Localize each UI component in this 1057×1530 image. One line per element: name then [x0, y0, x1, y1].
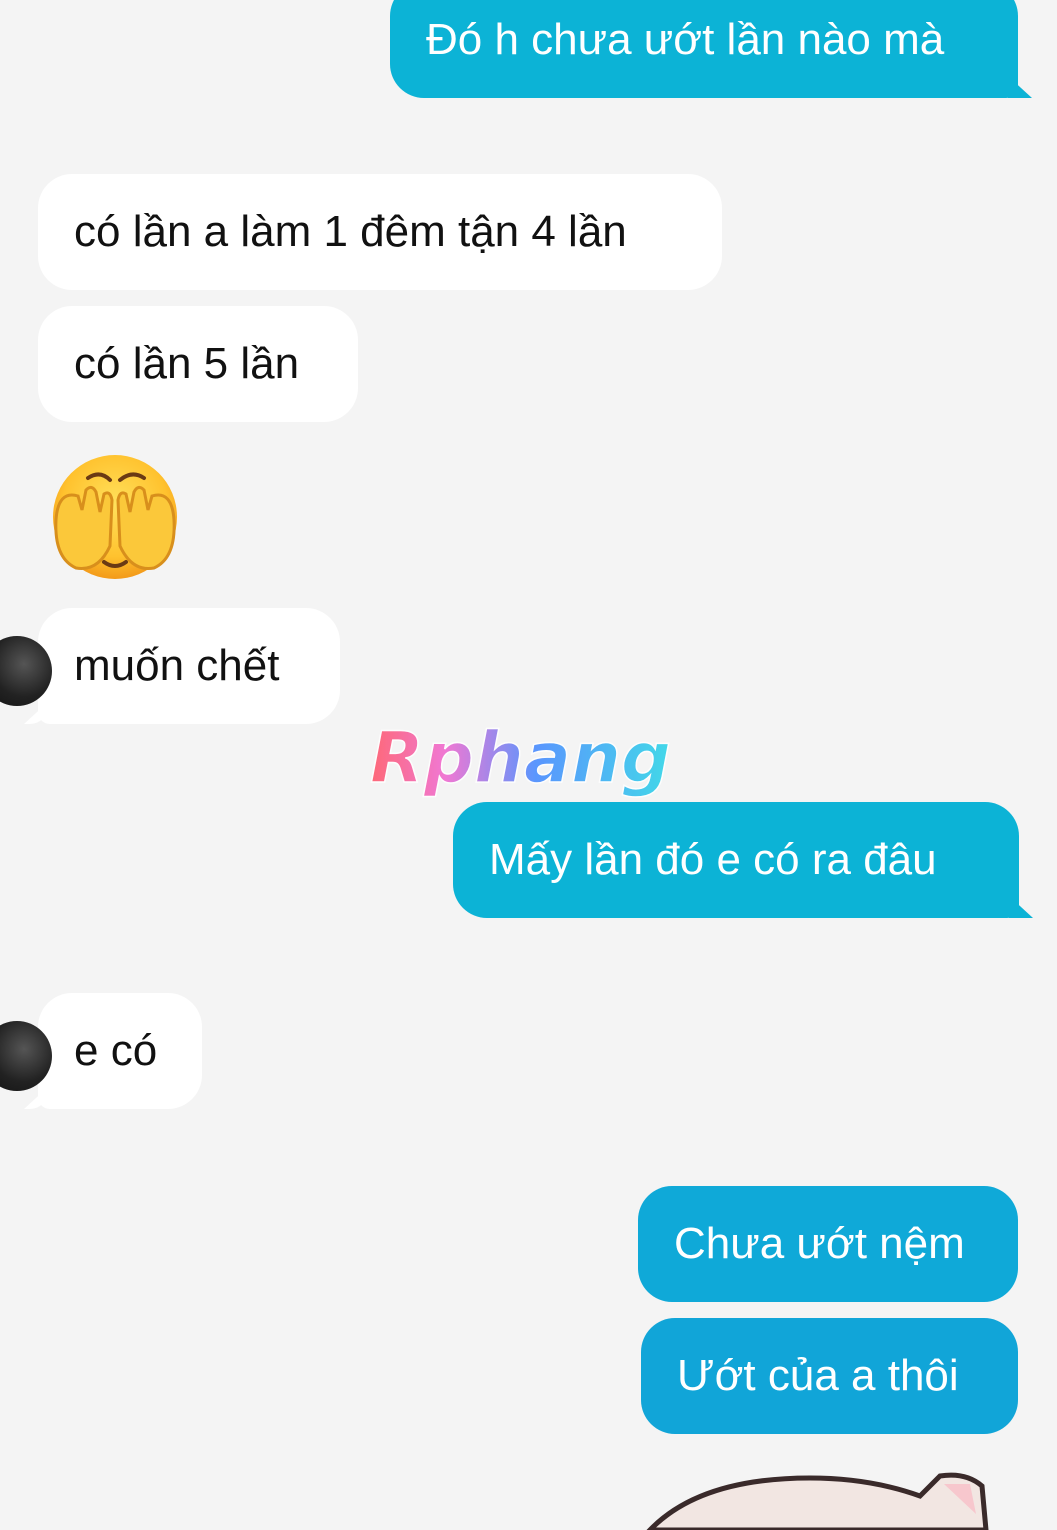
watermark-text: Rphang [370, 718, 671, 799]
message-text: Đó h chưa ướt lần nào mà [426, 15, 945, 64]
avatar[interactable] [0, 636, 52, 706]
message-text: Mấy lần đó e có ra đâu [489, 835, 937, 884]
message-outgoing[interactable]: Đó h chưa ướt lần nào mà [390, 0, 1018, 98]
face-with-hands-over-eyes-icon[interactable] [48, 450, 182, 584]
message-text: e có [74, 1026, 158, 1075]
cat-sticker-icon[interactable] [640, 1470, 1000, 1530]
message-incoming[interactable]: muốn chết [0, 608, 340, 724]
watermark-logo: Rphang [369, 718, 672, 800]
message-text: muốn chết [74, 641, 280, 690]
message-outgoing[interactable]: Mấy lần đó e có ra đâu [453, 802, 1019, 918]
chat-thread: Đó h chưa ướt lần nào mà có lần a làm 1 … [0, 0, 1057, 1530]
message-text: có lần a làm 1 đêm tận 4 lần [74, 207, 627, 256]
message-incoming[interactable]: có lần 5 lần [38, 306, 358, 422]
avatar[interactable] [0, 1021, 52, 1091]
message-incoming[interactable]: có lần a làm 1 đêm tận 4 lần [38, 174, 722, 290]
message-incoming[interactable]: e có [0, 993, 202, 1109]
message-text: Ướt của a thôi [677, 1351, 959, 1400]
message-outgoing[interactable]: Chưa ướt nệm [638, 1186, 1018, 1302]
message-text: có lần 5 lần [74, 339, 300, 388]
message-text: Chưa ướt nệm [674, 1219, 965, 1268]
message-outgoing[interactable]: Ướt của a thôi [641, 1318, 1018, 1434]
